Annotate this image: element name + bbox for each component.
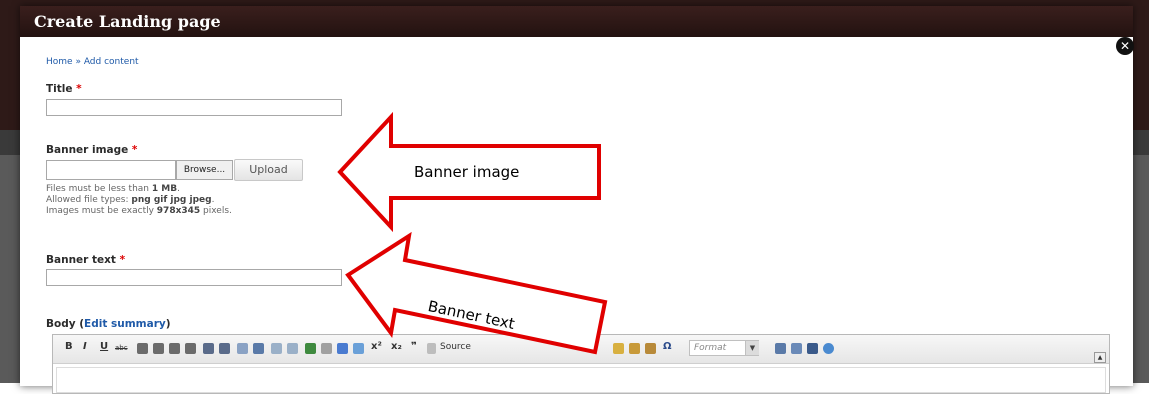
annotation-layer (337, 111, 608, 355)
banner-text-arrow (345, 231, 608, 355)
banner-image-callout: Banner image (414, 163, 520, 181)
